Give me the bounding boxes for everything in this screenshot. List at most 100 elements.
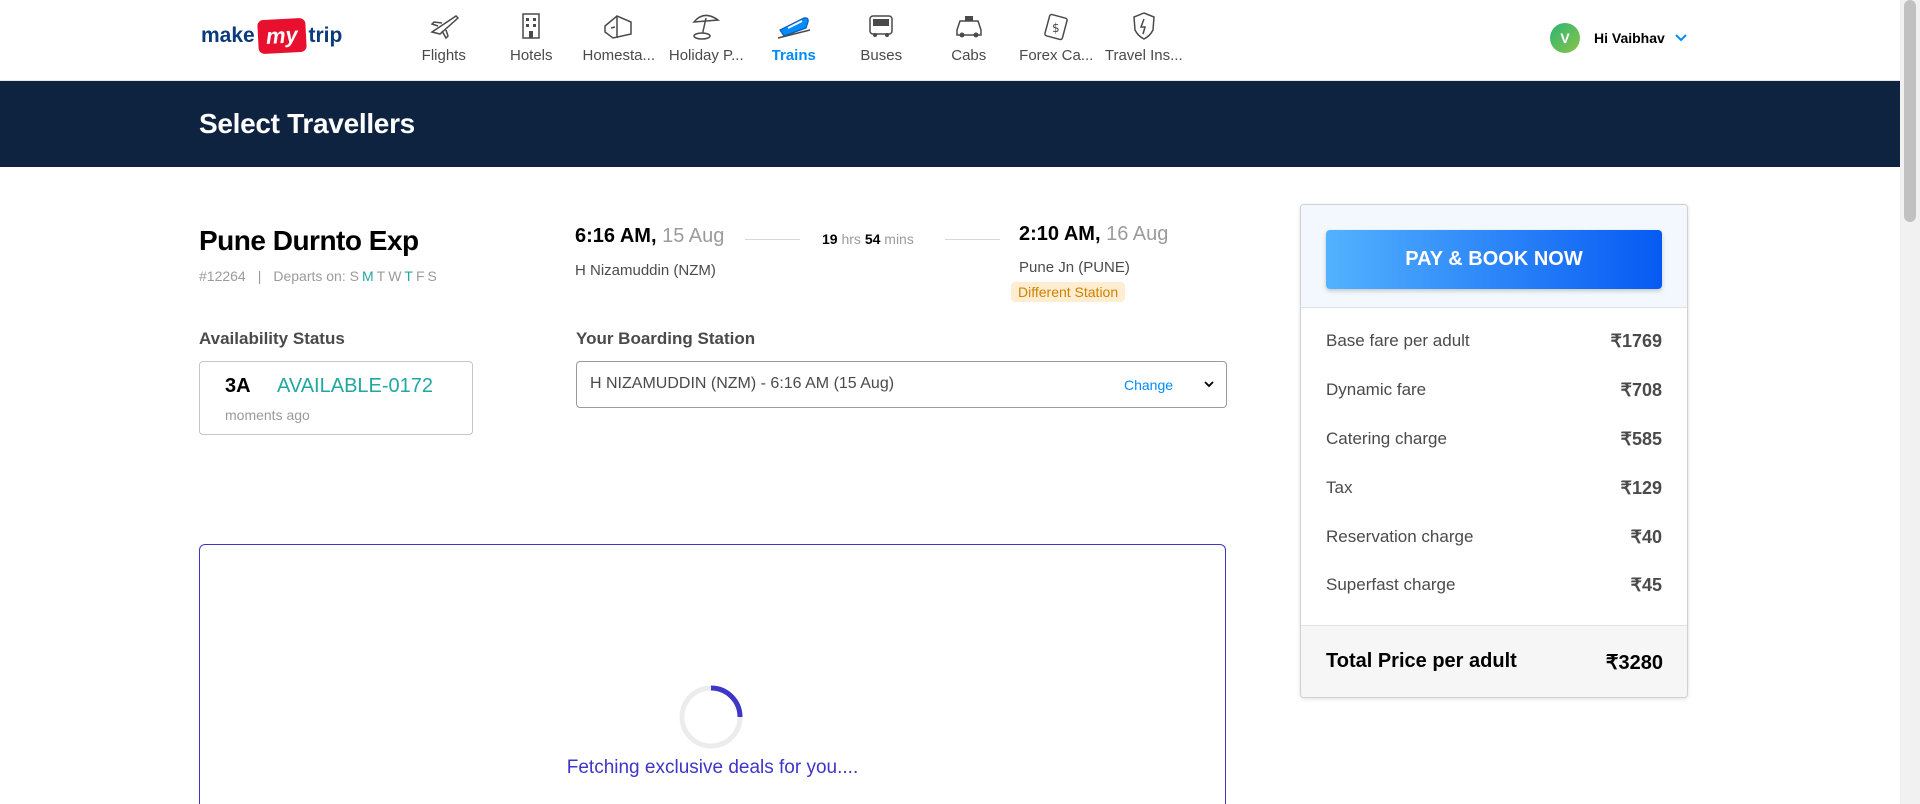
hotel-icon [522,13,540,39]
fare-row-base: Base fare per adult ₹1769 [1326,331,1662,352]
nav-label: Trains [771,47,816,64]
availability-label: Availability Status [199,329,345,348]
fare-amount: ₹1769 [1610,331,1663,351]
day-sat: S [427,268,437,284]
logo-text-my: my [256,17,307,55]
fare-label: Dynamic fare [1326,380,1427,399]
availability-updated: moments ago [225,407,310,423]
nav-item-trains[interactable]: Trains [750,8,838,64]
fare-label: Reservation charge [1326,527,1474,546]
user-menu[interactable]: V Hi Vaibhav [1550,23,1687,53]
flight-icon [429,15,459,40]
nav-label: Holiday P... [668,47,744,64]
fare-row-reservation: Reservation charge ₹40 [1326,527,1662,548]
fare-label: Tax [1326,478,1353,497]
nav-item-homestays[interactable]: Homesta... [575,8,663,64]
total-label: Total Price per adult [1326,650,1517,672]
fare-row-catering: Catering charge ₹585 [1326,429,1662,450]
duration-hours-unit: hrs [841,231,861,247]
duration-mins-unit: mins [884,231,914,247]
svg-text:$: $ [1052,21,1060,35]
fare-amount: ₹585 [1620,429,1662,449]
nav-label: Homesta... [582,47,656,64]
availability-card: 3A AVAILABLE-0172 moments ago [199,361,473,435]
change-boarding-link[interactable]: Change [1124,377,1173,393]
fare-amount: ₹40 [1630,527,1662,547]
logo-text-trip: trip [308,24,343,47]
departure-station: H Nizamuddin (NZM) [575,262,716,279]
loading-spinner-icon [679,685,743,749]
duration-hours: 19 [822,231,838,247]
nav-item-travel-insurance[interactable]: Travel Ins... [1100,8,1188,64]
departure-time-value: 6:16 AM, [575,225,657,247]
day-sun: S [349,268,359,284]
nav-item-hotels[interactable]: Hotels [488,8,576,64]
pay-and-book-button[interactable]: PAY & BOOK NOW [1326,230,1662,289]
user-greeting: Hi Vaibhav [1594,30,1665,46]
insurance-icon [1132,12,1155,40]
nav-item-cabs[interactable]: Cabs [925,8,1013,64]
departure-date: 15 Aug [662,225,725,247]
fare-amount: ₹708 [1620,380,1662,400]
train-meta: #12264 | Departs on: SMTWTFS [199,268,440,284]
boarding-station-select[interactable]: H NIZAMUDDIN (NZM) - 6:16 AM (15 Aug) Ch… [576,361,1227,408]
deals-loading-text: Fetching exclusive deals for you.... [566,757,859,778]
boarding-station-label: Your Boarding Station [576,329,756,348]
meta-separator: | [257,268,262,284]
page-scrollbar[interactable] [1900,0,1920,804]
page: make my trip Flights Hotels Homesta... H… [0,0,1920,804]
nav-label: Flights [421,47,466,64]
arrival-time-value: 2:10 AM, [1019,223,1101,245]
top-header: make my trip Flights Hotels Homesta... H… [0,0,1900,81]
running-days: SMTWTFS [350,268,440,284]
avatar: V [1550,23,1580,53]
fare-row-superfast: Superfast charge ₹45 [1326,575,1662,596]
different-station-badge: Different Station [1011,282,1126,302]
page-title: Select Travellers [199,108,415,139]
fare-amount: ₹129 [1620,478,1662,498]
train-number: #12264 [199,268,246,284]
logo-text-make: make [201,24,255,47]
chevron-down-icon [1675,34,1687,42]
fare-row-tax: Tax ₹129 [1326,478,1662,499]
fare-amount: ₹45 [1630,575,1662,595]
scrollbar-thumb[interactable] [1904,0,1916,222]
day-mon: M [361,268,374,284]
availability-status: AVAILABLE-0172 [277,375,434,397]
nav-label: Forex Ca... [1019,47,1094,64]
arrival-date: 16 Aug [1106,223,1169,245]
nav-label: Hotels [509,47,553,64]
day-thu: T [404,268,413,284]
fare-label: Superfast charge [1326,575,1456,594]
nav-item-buses[interactable]: Buses [838,8,926,64]
arrival-time: 2:10 AM, 16 Aug [1019,223,1168,246]
title-bar: Select Travellers [0,81,1900,167]
fare-row-dynamic: Dynamic fare ₹708 [1326,380,1662,401]
train-icon [777,17,810,39]
nav-item-flights[interactable]: Flights [400,8,488,64]
arrival-station: Pune Jn (PUNE) [1019,259,1130,276]
chevron-down-icon[interactable] [1204,381,1214,388]
departs-label: Departs on: [273,268,346,284]
deals-panel: Fetching exclusive deals for you.... [199,544,1226,804]
day-fri: F [415,268,425,284]
fare-panel-header: PAY & BOOK NOW [1301,205,1687,308]
nav-label: Travel Ins... [1104,47,1183,64]
makemytrip-logo[interactable]: make my trip [201,14,342,58]
coach-class: 3A [225,375,251,397]
holiday-icon [692,14,721,40]
fare-label: Base fare per adult [1326,331,1470,350]
nav-item-forex-card[interactable]: $ Forex Ca... [1013,8,1101,64]
nav-item-holiday-packages[interactable]: Holiday P... [663,8,751,64]
departure-time: 6:16 AM, 15 Aug [575,225,724,248]
journey-duration: 19 hrs 54 mins [822,231,914,247]
nav-label: Buses [860,47,903,64]
duration-divider-left [745,239,800,240]
forex-icon: $ [1044,13,1069,41]
duration-mins: 54 [864,231,881,247]
bus-icon [869,15,893,37]
main-nav: Flights Hotels Homesta... Holiday P... T… [400,8,1188,64]
nav-label: Cabs [951,47,987,64]
fare-label: Catering charge [1326,429,1447,448]
duration-divider-right [945,239,1000,240]
